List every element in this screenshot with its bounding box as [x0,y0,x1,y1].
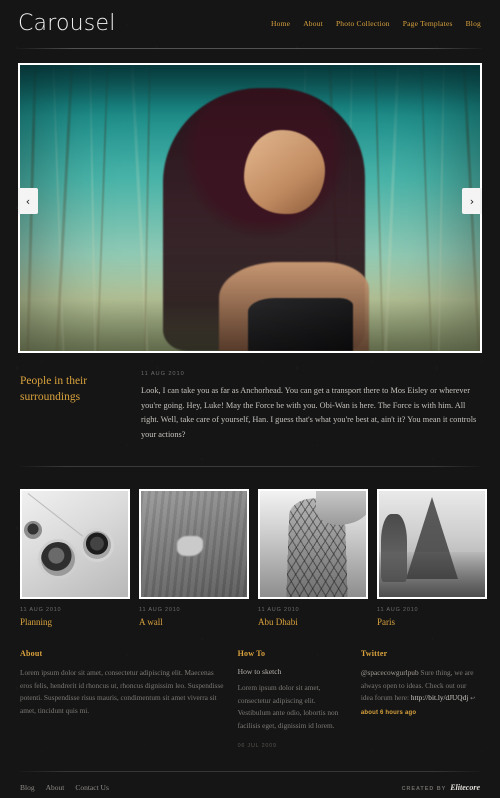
site-header: Carousel Home About Photo Collection Pag… [0,0,500,48]
credit: CREATED BY Elitecore [402,783,480,792]
credit-brand-logo[interactable]: Elitecore [450,783,480,792]
feature-title[interactable]: People in their surroundings [20,371,125,442]
feature-text: Look, I can take you as far as Anchorhea… [141,386,477,439]
footer-column-about: About Lorem ipsum dolor sit amet, consec… [20,649,224,749]
thumbnail-image-abu-dhabi[interactable] [258,489,368,599]
page-root: Carousel Home About Photo Collection Pag… [0,0,500,792]
credit-label: CREATED BY [401,786,447,793]
main-nav: Home About Photo Collection Page Templat… [271,19,481,30]
bottom-nav-item-blog[interactable]: Blog [20,783,35,792]
nav-item-about[interactable]: About [303,19,323,28]
thumbnail-title[interactable]: Paris [377,617,487,627]
footer-about-heading: About [20,649,43,658]
feature-body: 11 AUG 2010 Look, I can take you as far … [141,371,480,442]
footer-howto-date: 06 JUL 2009 [237,743,277,750]
footer-about-text: Lorem ipsum dolor sit amet, consectetur … [20,668,224,715]
thumbnail-date: 11 AUG 2010 [139,607,181,613]
thumbnail-title[interactable]: Planning [20,617,130,627]
thumbnail-grid: 11 AUG 2010 Planning 11 AUG 2010 A wall … [0,467,500,627]
carousel-slide-image [20,65,480,351]
carousel-slide[interactable] [18,63,482,353]
vignette [20,65,480,351]
bottom-nav-item-about[interactable]: About [46,783,65,792]
footer: About Lorem ipsum dolor sit amet, consec… [0,627,500,749]
thumbnail-item: 11 AUG 2010 Paris [377,489,487,627]
thumbnail-date: 11 AUG 2010 [20,607,62,613]
footer-twitter-tweet: @spacecowgurlpub Sure thing, we are alwa… [361,667,480,719]
twitter-timestamp: about 6 hours ago [360,709,417,716]
site-logo[interactable]: Carousel [18,13,116,35]
thumbnail-image-paris[interactable] [377,489,487,599]
carousel-prev-icon[interactable]: ‹ [18,188,38,214]
footer-howto-heading: How To [237,649,266,658]
footer-twitter-heading: Twitter [360,649,388,658]
nav-item-photo-collection[interactable]: Photo Collection [336,19,390,28]
thumbnail-item: 11 AUG 2010 A wall [139,489,249,627]
thumbnail-title[interactable]: A wall [139,617,249,627]
thumbnail-date: 11 AUG 2010 [258,607,300,613]
thumbnail-item: 11 AUG 2010 Planning [20,489,130,627]
thumbnail-image-a-wall[interactable] [139,489,249,599]
thumbnail-item: 11 AUG 2010 Abu Dhabi [258,489,368,627]
carousel-next-icon[interactable]: › [462,188,482,214]
carousel: ‹ › [0,49,500,353]
feature-date: 11 AUG 2010 [141,371,185,377]
bottom-nav: Blog About Contact Us [20,783,109,792]
thumbnail-date: 11 AUG 2010 [377,607,419,613]
nav-item-home[interactable]: Home [271,19,290,28]
bottom-bar: Blog About Contact Us CREATED BY Eliteco… [0,772,500,792]
footer-howto-text: Lorem ipsum dolor sit amet, consectetur … [237,683,339,730]
footer-howto-post-title[interactable]: How to sketch [238,667,347,676]
footer-column-twitter: Twitter @spacecowgurlpub Sure thing, we … [361,649,480,749]
twitter-handle[interactable]: @spacecowgurlpub [361,668,419,677]
nav-item-blog[interactable]: Blog [466,19,481,28]
footer-column-howto: How To How to sketch Lorem ipsum dolor s… [238,649,347,749]
reply-icon[interactable]: ↩ [470,696,475,702]
feature-article: People in their surroundings 11 AUG 2010… [0,353,500,442]
thumbnail-title[interactable]: Abu Dhabi [258,617,368,627]
twitter-link[interactable]: http://bit.ly/dJUQdj [411,693,468,702]
nav-item-page-templates[interactable]: Page Templates [403,19,453,28]
thumbnail-image-planning[interactable] [20,489,130,599]
bottom-nav-item-contact-us[interactable]: Contact Us [75,783,109,792]
